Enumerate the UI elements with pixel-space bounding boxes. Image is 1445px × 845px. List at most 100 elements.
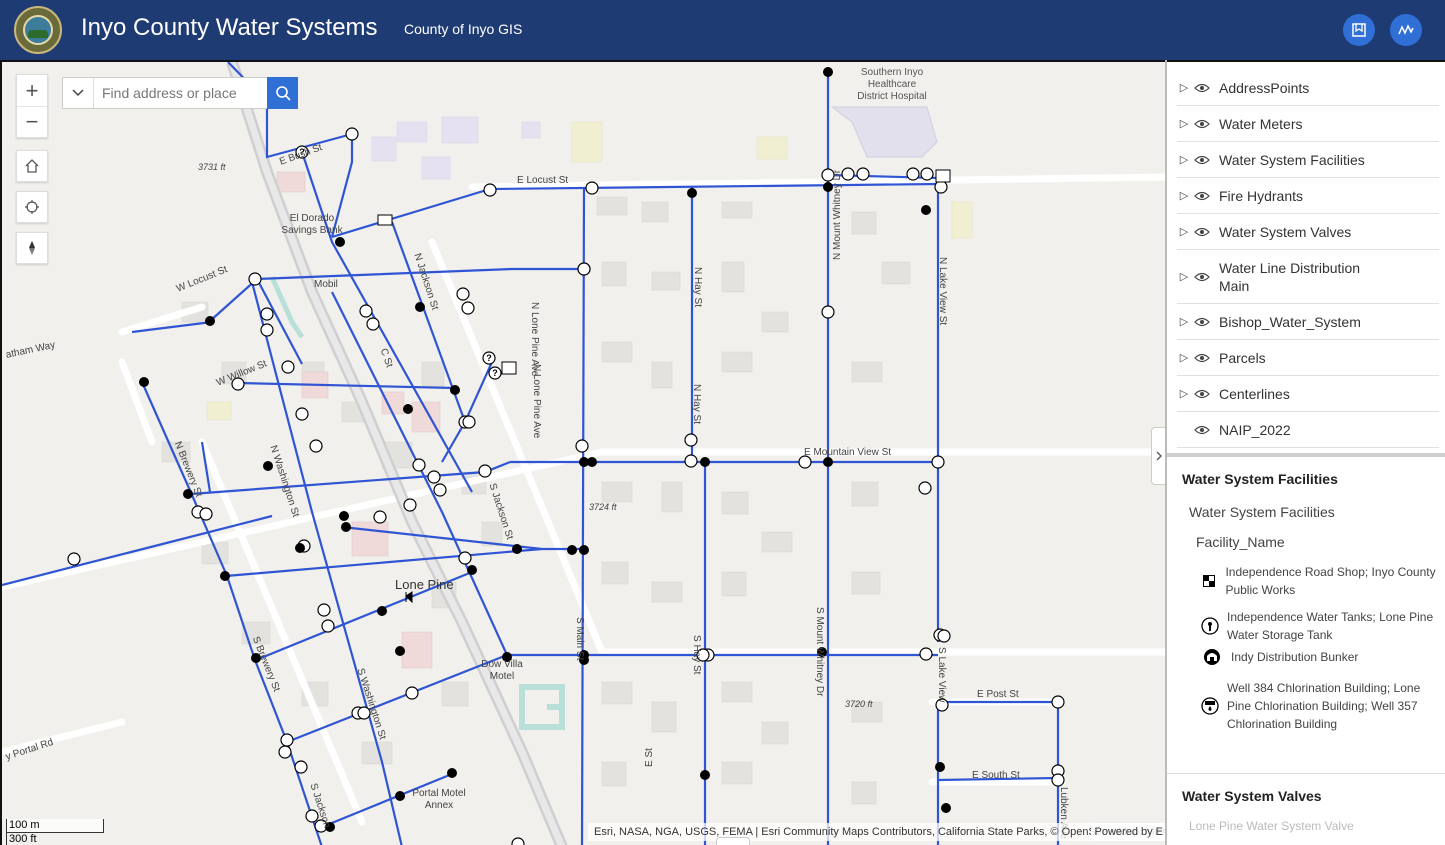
search-button[interactable] — [267, 77, 298, 109]
layer-name: AddressPoints — [1219, 79, 1310, 96]
poi-mobil-label: Mobil — [314, 279, 338, 290]
eye-icon[interactable] — [1191, 83, 1213, 93]
chevron-right-icon[interactable]: ▷ — [1177, 270, 1191, 283]
app-header: Inyo County Water Systems County of Inyo… — [0, 0, 1445, 60]
home-icon — [25, 159, 39, 173]
legend-item-label: Well 384 Chlorination Building; Lone Pin… — [1227, 681, 1421, 731]
chevron-right-icon[interactable]: ▷ — [1177, 189, 1191, 202]
svg-text:?: ? — [486, 353, 492, 363]
legend: Water System Facilities Water System Fac… — [1167, 457, 1445, 845]
eye-icon[interactable] — [1191, 119, 1213, 129]
chevron-right-icon[interactable]: ▷ — [1177, 387, 1191, 400]
street-label: N Lone Pine Ave — [531, 364, 542, 439]
elevation-label: 3724 ft — [589, 502, 617, 512]
chart-button[interactable] — [1390, 14, 1422, 46]
chevron-right-icon[interactable]: ▷ — [1177, 225, 1191, 238]
street-label: N Lake View St — [937, 257, 948, 326]
layer-item-addresspoints[interactable]: ▷ AddressPoints — [1177, 70, 1439, 106]
street-label: E South St — [972, 770, 1020, 781]
bottom-panel-toggle[interactable] — [716, 837, 750, 845]
layer-item-centerlines[interactable]: ▷ Centerlines — [1177, 376, 1439, 412]
layer-item-bishop-water-system[interactable]: ▷ Bishop_Water_System — [1177, 304, 1439, 340]
layer-name: Water Meters — [1219, 115, 1303, 132]
search-icon — [275, 86, 291, 101]
chart-icon — [1398, 24, 1414, 35]
eye-icon[interactable] — [1191, 227, 1213, 237]
layer-item-water-meters[interactable]: ▷ Water Meters — [1177, 106, 1439, 142]
street-label: E Post St — [977, 689, 1019, 700]
legend-faded-text: Lone Pine Water System Valve — [1189, 819, 1354, 833]
poi-motel-label: Dow Villa Motel — [481, 659, 523, 682]
eye-icon[interactable] — [1191, 272, 1213, 282]
home-button[interactable] — [16, 150, 48, 182]
eye-icon[interactable] — [1191, 155, 1213, 165]
layer-list: ▷ AddressPoints ▷ Water Meters ▷ Water S… — [1167, 60, 1445, 453]
street-label: S Hay St — [691, 635, 702, 675]
eye-icon[interactable] — [1191, 425, 1213, 435]
legend-item-label: Independence Road Shop; Inyo County Publ… — [1225, 565, 1436, 597]
scale-metric: 100 m — [6, 819, 104, 833]
chevron-right-icon[interactable]: ▷ — [1177, 117, 1191, 130]
crosshair-icon — [25, 200, 39, 214]
locate-button[interactable] — [16, 191, 48, 223]
compass-button[interactable] — [16, 232, 48, 264]
chevron-right-icon[interactable]: ▷ — [1177, 153, 1191, 166]
street-label: S Lake View — [936, 647, 947, 703]
search-widget — [62, 77, 298, 109]
bookmarks-button[interactable] — [1343, 14, 1375, 46]
street-label: N Mount Whitney Dr — [832, 169, 843, 260]
search-input[interactable] — [94, 78, 267, 108]
legend-item-label: Independence Water Tanks; Lone Pine Wate… — [1227, 610, 1434, 642]
layer-name: Water System Facilities — [1219, 151, 1365, 168]
legend-subheading: Water System Facilities — [1189, 504, 1335, 520]
legend-item: Independence Road Shop; Inyo County Publ… — [1201, 563, 1437, 599]
layer-item-parcels[interactable]: ▷ Parcels — [1177, 340, 1439, 376]
checker-icon — [1201, 575, 1217, 587]
legend-field-name: Facility_Name — [1196, 534, 1285, 550]
search-source-dropdown[interactable] — [63, 78, 94, 108]
zoom-in-button[interactable]: + — [17, 75, 47, 106]
layer-item-water-line-distribution-main[interactable]: ▷ Water Line Distribution Main — [1177, 250, 1439, 304]
layer-name: Fire Hydrants — [1219, 187, 1304, 204]
chevron-right-icon — [1156, 451, 1162, 461]
eye-icon[interactable] — [1191, 353, 1213, 363]
street-label: S Mount Whitney Dr — [814, 607, 825, 697]
side-panel: ▷ AddressPoints ▷ Water Meters ▷ Water S… — [1165, 60, 1445, 845]
layer-name: Bishop_Water_System — [1219, 313, 1361, 330]
app-subtitle[interactable]: County of Inyo GIS — [404, 21, 522, 37]
chevron-right-icon[interactable]: ▷ — [1177, 315, 1191, 328]
plus-icon: + — [25, 77, 39, 103]
svg-text:?: ? — [492, 368, 498, 378]
layer-name: Water Line Distribution Main — [1219, 259, 1361, 294]
street-label: N Hay St — [692, 267, 703, 308]
legend-item: Independence Water Tanks; Lone Pine Wate… — [1201, 608, 1437, 644]
map-view[interactable]: ??? Southern Inyo Healthcare District Hosp… — [0, 60, 1165, 845]
county-seal-logo — [14, 6, 62, 54]
elevation-label: 3720 ft — [845, 699, 873, 709]
legend-item: Well 384 Chlorination Building; Lone Pin… — [1201, 679, 1437, 733]
poi-hospital-label: Southern Inyo Healthcare District Hospital — [857, 67, 927, 102]
street-label: N Hay St — [691, 384, 702, 425]
layer-item-water-system-facilities[interactable]: ▷ Water System Facilities — [1177, 142, 1439, 178]
layer-name: NAIP_2022 — [1219, 421, 1291, 438]
legend-heading: Water System Facilities — [1182, 471, 1338, 487]
powered-by-link[interactable]: Powered by E — [1090, 823, 1165, 841]
app-title: Inyo County Water Systems — [81, 14, 378, 41]
chevron-right-icon[interactable]: ▷ — [1177, 351, 1191, 364]
layer-item-naip-2022[interactable]: NAIP_2022 — [1177, 412, 1439, 448]
layer-item-water-system-valves[interactable]: ▷ Water System Valves — [1177, 214, 1439, 250]
legend-item-label: Indy Distribution Bunker — [1231, 650, 1359, 664]
elevation-label: 3731 ft — [198, 162, 226, 172]
layer-item-fire-hydrants[interactable]: ▷ Fire Hydrants — [1177, 178, 1439, 214]
eye-icon[interactable] — [1191, 317, 1213, 327]
town-label: Lone Pine — [395, 577, 454, 592]
zoom-controls: + − — [16, 74, 48, 138]
eye-icon[interactable] — [1191, 389, 1213, 399]
chlorination-icon — [1201, 697, 1219, 715]
chevron-right-icon[interactable]: ▷ — [1177, 81, 1191, 94]
zoom-out-button[interactable]: − — [17, 106, 47, 137]
map-attribution[interactable]: Esri, NASA, NGA, USGS, FEMA | Esri Commu… — [588, 823, 1165, 841]
panel-collapse-button[interactable] — [1151, 427, 1165, 485]
eye-icon[interactable] — [1191, 191, 1213, 201]
bookmark-icon — [1352, 23, 1366, 37]
